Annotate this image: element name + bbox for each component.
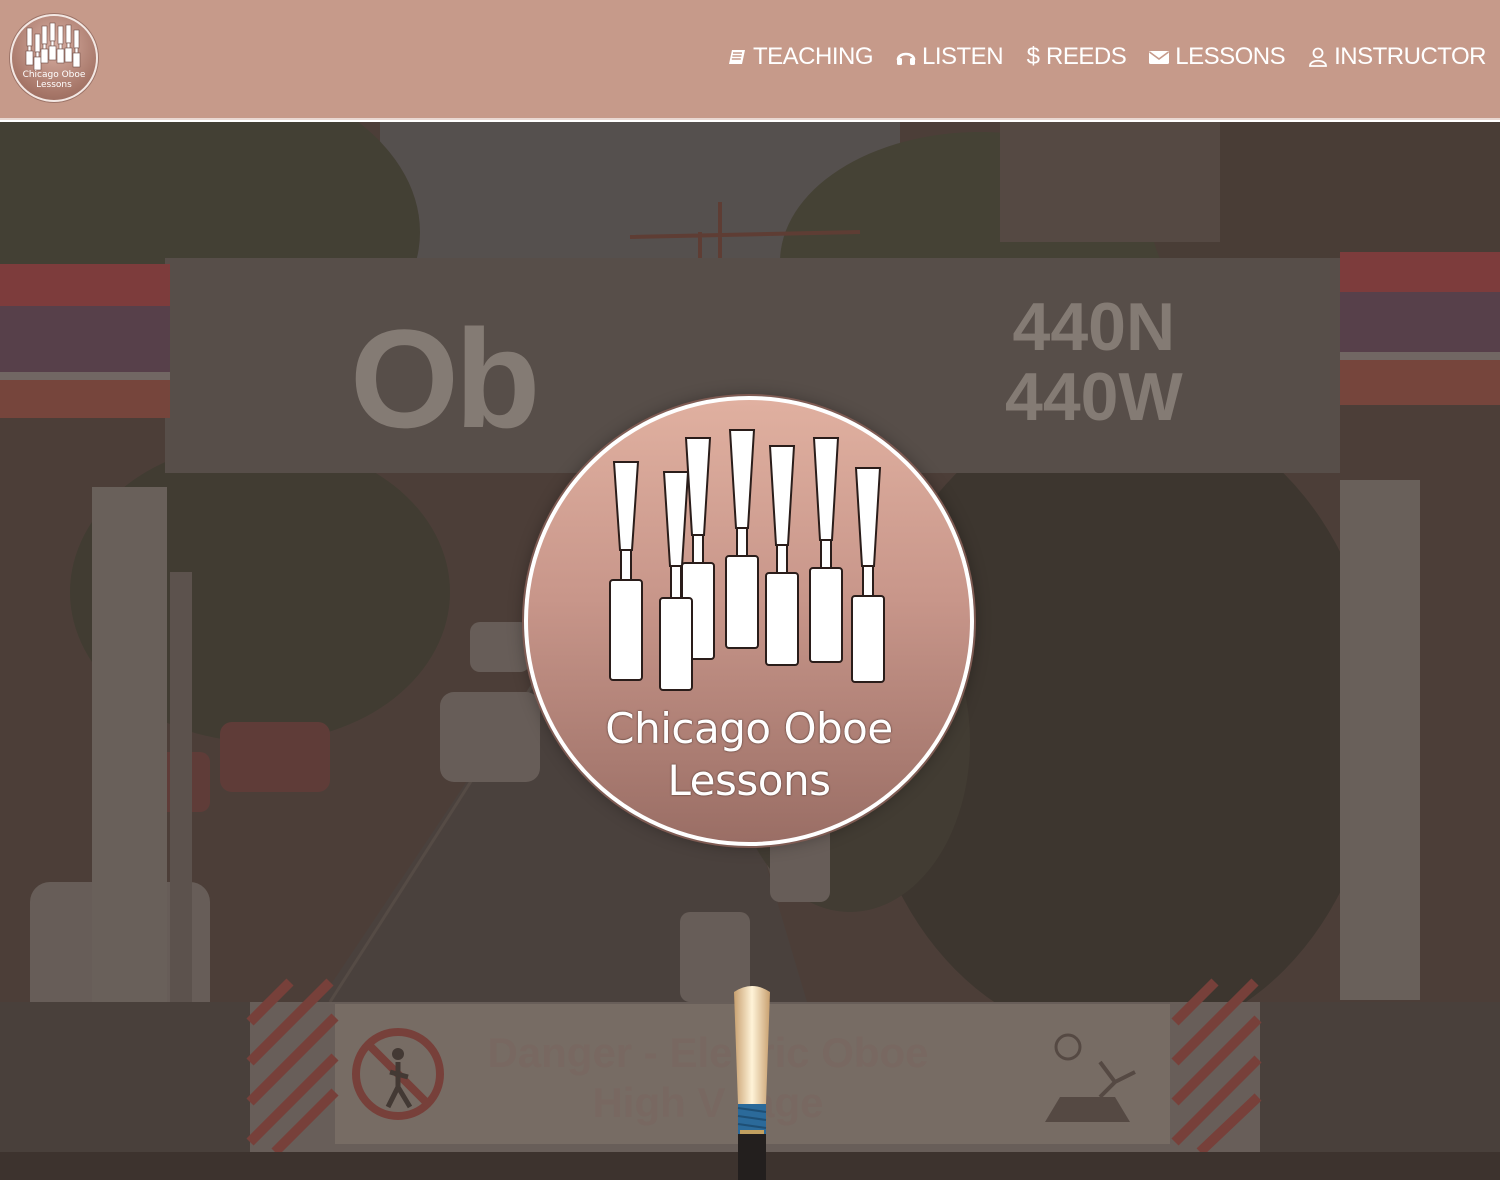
station-address: 440N 440W: [1005, 292, 1183, 432]
station-address-line1: 440N: [1012, 289, 1176, 365]
book-icon: [726, 45, 748, 69]
nav-reeds-link[interactable]: $ REEDS: [1025, 43, 1127, 71]
danger-sign-line1: Danger - Ele tric Oboe: [487, 1029, 929, 1076]
station-sign-text: Ob: [350, 300, 540, 457]
headphones-icon: [895, 45, 917, 69]
danger-sign-text: Danger - Ele tric Oboe High V tage: [458, 1028, 958, 1128]
oboe-reed-image: [722, 984, 782, 1180]
logo-text-line2: Lessons: [36, 80, 72, 90]
hero-section: Ob 440N 440W Danger - Ele tric Oboe High…: [0, 122, 1500, 1180]
danger-sign-line2: High V tage: [592, 1079, 824, 1126]
dollar-icon: $: [1026, 43, 1040, 70]
navbar: Chicago Oboe Lessons TEACHING LISTEN $ R…: [0, 0, 1500, 120]
station-address-line2: 440W: [1005, 359, 1183, 435]
envelope-icon: [1148, 45, 1170, 69]
site-logo-link[interactable]: Chicago Oboe Lessons: [10, 14, 98, 102]
main-nav: TEACHING LISTEN $ REEDS LESSONS INSTRUCT…: [726, 40, 1486, 74]
logo-title-line1: Chicago Oboe: [605, 704, 893, 753]
nav-instructor-label: INSTRUCTOR: [1334, 43, 1486, 70]
nav-listen-link[interactable]: LISTEN: [895, 43, 1004, 71]
logo-text-line1: Chicago Oboe: [22, 70, 86, 80]
chicago-oboe-lessons-logo: Chicago Oboe Lessons: [524, 396, 974, 846]
nav-lessons-link[interactable]: LESSONS: [1148, 43, 1286, 71]
nav-teaching-label: TEACHING: [752, 43, 874, 70]
nav-reeds-label: REEDS: [1046, 43, 1127, 70]
nav-instructor-link[interactable]: INSTRUCTOR: [1307, 43, 1486, 71]
logo-title-line2: Lessons: [667, 756, 831, 805]
user-icon: [1307, 45, 1329, 69]
nav-lessons-label: LESSONS: [1175, 43, 1286, 70]
nav-teaching-link[interactable]: TEACHING: [726, 43, 874, 71]
nav-listen-label: LISTEN: [922, 43, 1004, 70]
